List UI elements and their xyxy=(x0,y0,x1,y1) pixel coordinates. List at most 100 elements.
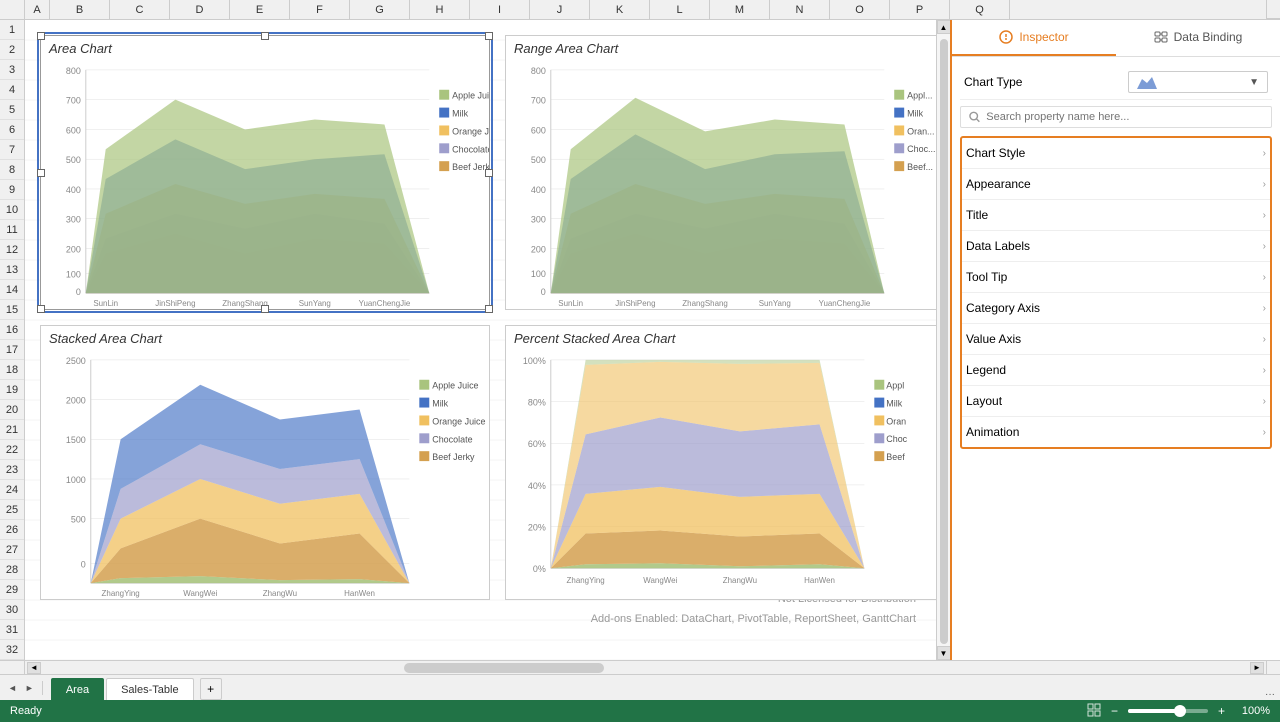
row-num-3: 3 xyxy=(0,60,24,80)
addons-text: Add-ons Enabled: DataChart, PivotTable, … xyxy=(591,613,916,625)
svg-text:SunLin: SunLin xyxy=(93,299,118,308)
percent-stacked-area-chart-wrapper[interactable]: Percent Stacked Area Chart 100% 80% xyxy=(505,325,936,600)
chart-type-dropdown-arrow[interactable]: ▼ xyxy=(1249,77,1259,88)
prop-layout[interactable]: Layout › xyxy=(962,386,1270,417)
svg-text:ZhangYing: ZhangYing xyxy=(102,589,140,598)
tab-options-dots[interactable]: ··· xyxy=(1265,689,1275,700)
stacked-area-chart-wrapper[interactable]: Stacked Area Chart 2500 2000 xyxy=(40,325,490,600)
resize-handle-bc[interactable] xyxy=(261,305,269,313)
col-header-e[interactable]: E xyxy=(230,0,290,19)
tab-nav-left[interactable]: ◄ xyxy=(5,683,20,693)
col-header-d[interactable]: D xyxy=(170,0,230,19)
scroll-down-arrow[interactable]: ▼ xyxy=(937,646,951,660)
scroll-left-arrow[interactable]: ◄ xyxy=(27,662,41,674)
prop-category-axis[interactable]: Category Axis › xyxy=(962,293,1270,324)
prop-row-title[interactable]: Title › xyxy=(962,200,1270,230)
prop-chevron-category-axis: › xyxy=(1263,303,1266,314)
svg-text:80%: 80% xyxy=(528,398,546,408)
vertical-scrollbar[interactable]: ▲ ▼ xyxy=(936,20,950,660)
col-header-n[interactable]: N xyxy=(770,0,830,19)
prop-row-tool-tip[interactable]: Tool Tip › xyxy=(962,262,1270,292)
col-header-b[interactable]: B xyxy=(50,0,110,19)
prop-row-appearance[interactable]: Appearance › xyxy=(962,169,1270,199)
prop-row-data-labels[interactable]: Data Labels › xyxy=(962,231,1270,261)
col-header-c[interactable]: C xyxy=(110,0,170,19)
prop-appearance[interactable]: Appearance › xyxy=(962,169,1270,200)
row-num-23: 23 xyxy=(0,460,24,480)
prop-label-layout: Layout xyxy=(966,394,1002,408)
prop-label-tool-tip: Tool Tip xyxy=(966,270,1007,284)
view-normal[interactable] xyxy=(1087,703,1101,720)
resize-handle-ml[interactable] xyxy=(37,169,45,177)
svg-text:Milk: Milk xyxy=(432,399,448,409)
range-area-chart-wrapper[interactable]: Range Area Chart 800 xyxy=(505,35,936,310)
col-header-a[interactable]: A xyxy=(25,0,50,19)
col-header-p[interactable]: P xyxy=(890,0,950,19)
prop-chart-style[interactable]: Chart Style › xyxy=(962,138,1270,169)
resize-handle-bl[interactable] xyxy=(37,305,45,313)
add-sheet-button[interactable]: + xyxy=(200,678,222,700)
horizontal-scrollbar[interactable]: ◄ ► xyxy=(25,661,1266,674)
zoom-slider-track[interactable] xyxy=(1128,709,1208,713)
app-container: A B C D E F G H I J K L M N O P Q xyxy=(0,0,1280,722)
chart-type-select[interactable]: ▼ xyxy=(1128,71,1268,93)
zoom-in-button[interactable]: + xyxy=(1218,704,1225,718)
percent-stacked-chart-svg: 100% 80% 60% 40% 20% 0% ZhangYing WangWe… xyxy=(506,350,936,599)
tab-sales-table-sheet[interactable]: Sales-Table xyxy=(106,678,193,700)
prop-legend[interactable]: Legend › xyxy=(962,355,1270,386)
col-header-q[interactable]: Q xyxy=(950,0,1010,19)
row-num-32: 32 xyxy=(0,640,24,660)
prop-row-legend[interactable]: Legend › xyxy=(962,355,1270,385)
resize-handle-mr[interactable] xyxy=(485,169,493,177)
tab-nav-right[interactable]: ► xyxy=(22,683,37,693)
col-header-j[interactable]: J xyxy=(530,0,590,19)
resize-handle-br[interactable] xyxy=(485,305,493,313)
row-num-25: 25 xyxy=(0,500,24,520)
scroll-up-arrow[interactable]: ▲ xyxy=(937,20,951,34)
properties-list: Chart Style › Appearance › xyxy=(960,136,1272,449)
percent-stacked-area-chart-title: Percent Stacked Area Chart xyxy=(506,326,936,351)
svg-text:ZhangYing: ZhangYing xyxy=(567,576,605,585)
prop-title[interactable]: Title › xyxy=(962,200,1270,231)
area-chart-wrapper[interactable]: Area Chart 800 xyxy=(40,35,490,310)
col-header-o[interactable]: O xyxy=(830,0,890,19)
scroll-right-arrow[interactable]: ► xyxy=(1250,662,1264,674)
resize-handle-tr[interactable] xyxy=(485,32,493,40)
status-text: Ready xyxy=(10,705,42,717)
row-num-7: 7 xyxy=(0,140,24,160)
col-header-l[interactable]: L xyxy=(650,0,710,19)
resize-handle-tc[interactable] xyxy=(261,32,269,40)
prop-chevron-value-axis: › xyxy=(1263,334,1266,345)
row-num-16: 16 xyxy=(0,320,24,340)
svg-text:600: 600 xyxy=(531,125,546,135)
prop-tool-tip[interactable]: Tool Tip › xyxy=(962,262,1270,293)
range-area-chart-svg: 800 700 600 500 400 300 200 100 0 xyxy=(506,60,936,309)
prop-data-labels[interactable]: Data Labels › xyxy=(962,231,1270,262)
svg-text:800: 800 xyxy=(531,66,546,76)
col-header-h[interactable]: H xyxy=(410,0,470,19)
svg-text:100: 100 xyxy=(531,269,546,279)
col-header-m[interactable]: M xyxy=(710,0,770,19)
prop-row-layout[interactable]: Layout › xyxy=(962,386,1270,416)
col-header-f[interactable]: F xyxy=(290,0,350,19)
zoom-out-button[interactable]: − xyxy=(1111,704,1118,718)
prop-row-animation[interactable]: Animation › xyxy=(962,417,1270,447)
resize-handle-tl[interactable] xyxy=(37,32,45,40)
search-input[interactable] xyxy=(986,111,1263,123)
col-header-g[interactable]: G xyxy=(350,0,410,19)
tab-data-binding[interactable]: Data Binding xyxy=(1116,20,1280,56)
svg-text:Beef Jerky: Beef Jerky xyxy=(432,452,475,462)
prop-row-chart-style[interactable]: Chart Style › xyxy=(962,138,1270,168)
tab-inspector[interactable]: Inspector xyxy=(952,20,1116,56)
prop-animation[interactable]: Animation › xyxy=(962,417,1270,447)
prop-value-axis[interactable]: Value Axis › xyxy=(962,324,1270,355)
col-header-k[interactable]: K xyxy=(590,0,650,19)
prop-row-value-axis[interactable]: Value Axis › xyxy=(962,324,1270,354)
svg-text:Chocolate: Chocolate xyxy=(452,144,489,154)
prop-chevron-appearance: › xyxy=(1263,179,1266,190)
col-header-i[interactable]: I xyxy=(470,0,530,19)
tab-area-sheet[interactable]: Area xyxy=(51,678,104,700)
svg-text:SunLin: SunLin xyxy=(558,299,583,308)
svg-text:SunYang: SunYang xyxy=(759,299,791,308)
prop-row-category-axis[interactable]: Category Axis › xyxy=(962,293,1270,323)
